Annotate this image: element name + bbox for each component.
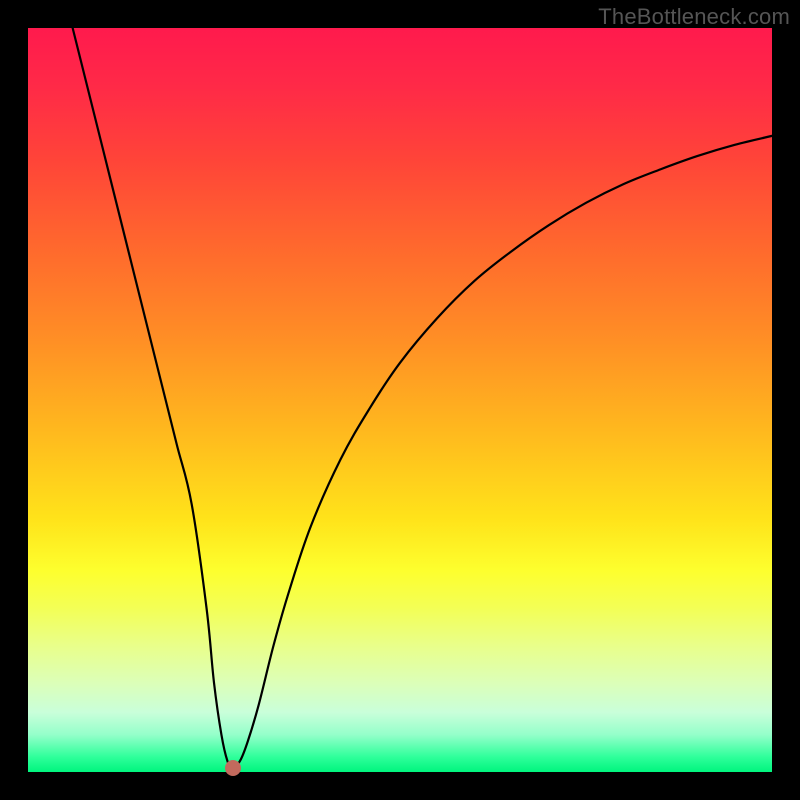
watermark-text: TheBottleneck.com [598,4,790,30]
chart-plot-area [28,28,772,772]
chart-curve-path [73,28,772,768]
chart-marker-dot [225,760,241,776]
chart-curve-svg [28,28,772,772]
